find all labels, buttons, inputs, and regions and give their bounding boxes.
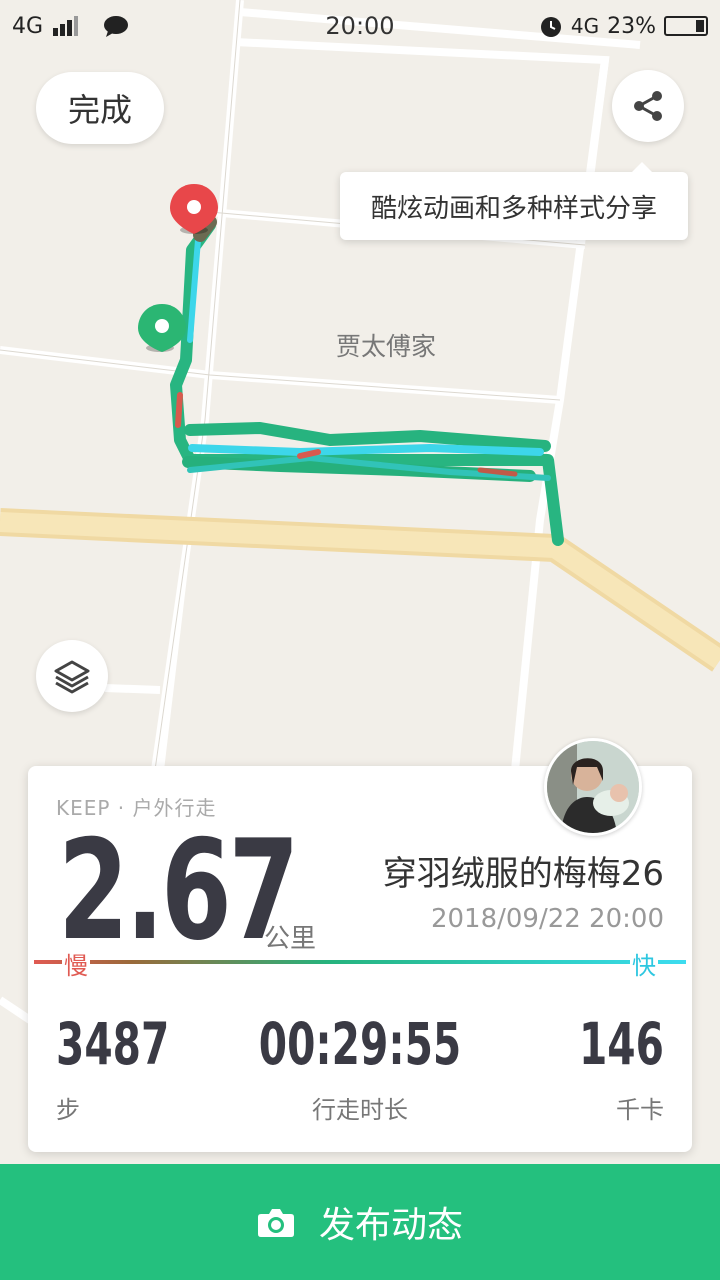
map-layers-button[interactable] [36,640,108,712]
duration-label: 行走时长 [312,1096,408,1124]
network-type: 4G [12,13,44,39]
layers-icon [54,660,90,694]
map-poi-label: 贾太傅家 [336,332,437,361]
battery-percent: 23% [607,13,656,39]
chat-notification-icon [104,16,129,37]
distance-value: 2.67 [58,810,299,971]
battery-icon [664,16,708,36]
speed-slow-label: 慢 [62,946,90,981]
avatar[interactable] [544,738,642,836]
share-icon [634,91,662,121]
done-button[interactable]: 完成 [36,72,164,144]
post-update-label: 发布动态 [318,1205,463,1246]
signal-icon [53,16,79,36]
speed-gradient-bar [34,960,686,964]
post-update-button[interactable]: 发布动态 [0,1164,720,1280]
share-tooltip: 酷炫动画和多种样式分享 [340,162,688,240]
duration-value: 00:29:55 [258,1010,462,1078]
alarm-icon [540,17,561,37]
calories-label: 千卡 [616,1096,664,1124]
share-tooltip-text: 酷炫动画和多种样式分享 [370,193,657,224]
network-type-secondary: 4G [570,14,600,38]
workout-datetime: 2018/09/22 20:00 [430,904,664,934]
user-name[interactable]: 穿羽绒服的梅梅26 [383,846,664,895]
distance-unit: 公里 [264,924,317,954]
speed-fast-label: 快 [630,946,658,981]
camera-icon [257,1209,294,1237]
calories-value: 146 [579,1010,664,1078]
avatar-image [547,741,639,833]
share-button[interactable] [612,70,684,142]
status-bar: 4G 4G 23% [0,0,720,52]
